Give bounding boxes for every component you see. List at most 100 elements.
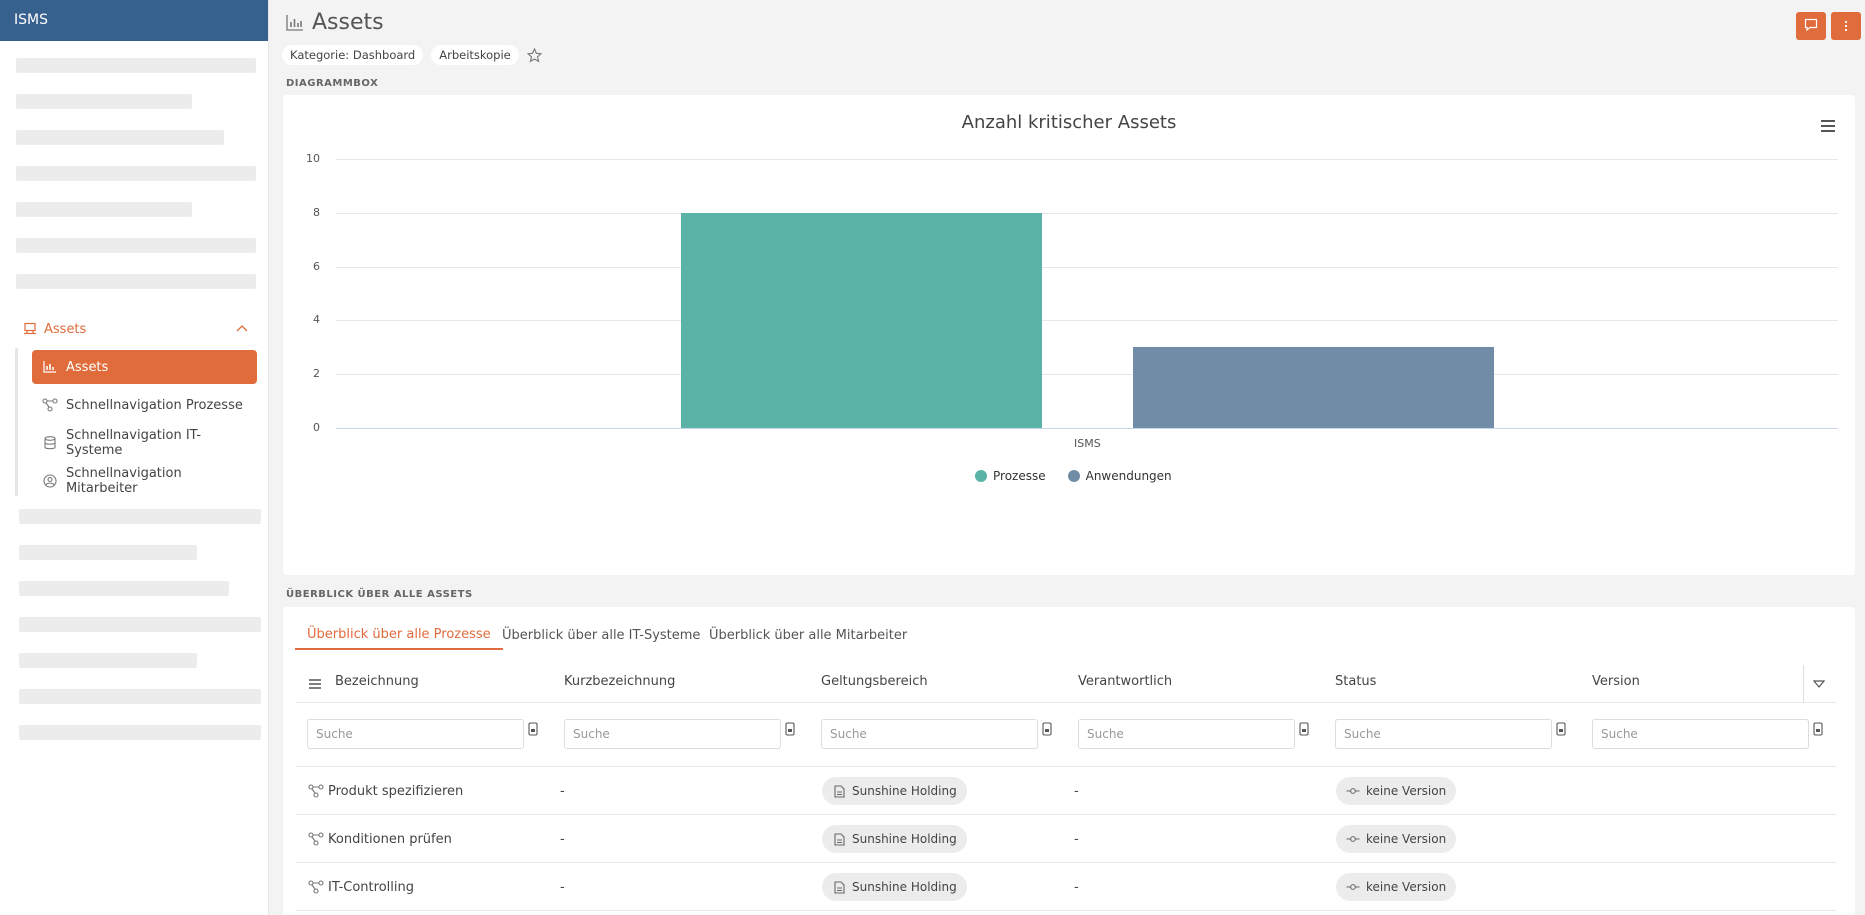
chart-legend: Prozesse Anwendungen [975,469,1194,483]
version-icon [1346,832,1360,846]
column-header-status[interactable]: Status [1335,674,1376,689]
tab-prozesse[interactable]: Überblick über alle Prozesse [295,620,503,650]
sidebar-group-label: Assets [44,321,87,337]
y-tick-label: 6 [313,259,320,273]
gridline [336,374,1838,376]
skeleton-placeholder [19,617,261,632]
row-name-text: Produkt spezifizieren [328,783,464,799]
column-header-bezeichnung[interactable]: Bezeichnung [335,674,419,689]
sidebar-item-assets[interactable]: Assets [32,350,257,384]
status-text: keine Version [1366,784,1447,798]
column-header-geltungsbereich[interactable]: Geltungsbereich [821,674,928,689]
skeleton-placeholder [19,689,261,704]
scope-text: Sunshine Holding [852,880,957,894]
legend-dot [1067,470,1080,482]
filter-lock-icon[interactable] [1812,721,1824,736]
app-title[interactable]: ISMS [0,0,268,41]
status-badge[interactable]: keine Version [1336,825,1457,853]
skeleton-placeholder [19,509,261,524]
filter-lock-icon[interactable] [1041,721,1053,736]
table-row-3-name[interactable]: IT-Controlling [308,877,414,897]
chevron-up-icon[interactable] [232,318,252,338]
skeleton-placeholder [19,653,197,668]
column-divider [1803,665,1804,702]
sidebar-item-it-systeme[interactable]: Schnellnavigation IT-Systeme [32,426,257,460]
chart-card [283,95,1855,575]
tab-mitarbeiter[interactable]: Überblick über alle Mitarbeiter [709,620,907,650]
table-row-2-name[interactable]: Konditionen prüfen [308,829,452,849]
search-input-version[interactable]: Suche [1592,719,1809,749]
skeleton-placeholder [16,94,192,109]
column-header-version[interactable]: Version [1592,674,1640,689]
process-icon [308,832,324,846]
bar-prozesse[interactable] [680,212,1042,428]
more-options-button[interactable] [1831,12,1861,40]
status-badge[interactable]: keine Version [1336,873,1457,901]
scope-text: Sunshine Holding [852,832,957,846]
gridline [336,159,1838,160]
row-name-text: IT-Controlling [328,879,414,895]
filter-lock-icon[interactable] [1298,721,1310,736]
filter-lock-icon[interactable] [784,721,796,736]
skeleton-placeholder [16,166,256,181]
column-header-kurzbezeichnung[interactable]: Kurzbezeichnung [564,674,675,689]
status-text: keine Version [1366,832,1447,846]
gridline [336,212,1838,214]
status-badge[interactable]: keine Version [1336,777,1457,805]
scope-badge[interactable]: Sunshine Holding [822,825,967,853]
chevron-down-icon[interactable] [1812,674,1826,688]
header-divider [296,702,1836,703]
column-menu-icon[interactable] [308,675,322,689]
legend-label: Prozesse [993,469,1046,483]
row-owner-cell: - [1074,783,1079,799]
x-tick-label: ISMS [1074,437,1101,450]
legend-item-anwendungen[interactable]: Anwendungen [1067,469,1172,483]
process-icon [308,880,324,894]
scope-badge[interactable]: Sunshine Holding [822,873,967,901]
row-short-cell: - [560,879,565,895]
tab-it-systeme[interactable]: Überblick über alle IT-Systeme [502,620,700,650]
sidebar: ISMS Assets Assets Schnellnavigation Pro… [0,0,269,915]
search-input-geltungsbereich[interactable]: Suche [821,719,1038,749]
menu-icon[interactable] [1820,118,1836,134]
sidebar-item-mitarbeiter[interactable]: Schnellnavigation Mitarbeiter [32,464,257,498]
gridline [336,320,1838,322]
row-owner-cell: - [1074,879,1079,895]
page-title-text: Assets [312,10,384,35]
chart-icon [285,13,305,33]
row-short-cell: - [560,831,565,847]
sidebar-item-prozesse[interactable]: Schnellnavigation Prozesse [32,388,257,422]
column-header-verantwortlich[interactable]: Verantwortlich [1078,674,1172,689]
skeleton-placeholder [16,274,256,289]
filter-lock-icon[interactable] [1555,721,1567,736]
search-input-verantwortlich[interactable]: Suche [1078,719,1295,749]
search-input-status[interactable]: Suche [1335,719,1552,749]
y-tick-label: 2 [313,367,320,381]
header-chips: Kategorie: Dashboard Arbeitskopie [282,45,543,65]
comment-button[interactable] [1796,12,1826,40]
database-icon [42,435,58,451]
category-chip[interactable]: Kategorie: Dashboard [282,45,424,65]
section-label-chart: DIAGRAMMBOX [286,78,379,89]
legend-item-prozesse[interactable]: Prozesse [975,469,1046,483]
star-icon[interactable] [527,47,543,63]
search-input-bezeichnung[interactable]: Suche [307,719,524,749]
sidebar-group-header[interactable]: Assets [23,316,86,342]
document-icon [832,784,846,798]
working-copy-chip[interactable]: Arbeitskopie [431,45,519,65]
row-short-cell: - [560,783,565,799]
scope-text: Sunshine Holding [852,784,957,798]
scope-badge[interactable]: Sunshine Holding [822,777,967,805]
process-icon [308,784,324,798]
filter-lock-icon[interactable] [527,721,539,736]
search-input-kurzbezeichnung[interactable]: Suche [564,719,781,749]
page-title: Assets [285,10,384,35]
process-icon [42,397,58,413]
row-divider [296,814,1836,815]
chart-title: Anzahl kritischer Assets [961,112,1177,133]
chart-icon [42,359,58,375]
sidebar-tree-line [15,348,18,496]
user-circle-icon [42,473,58,489]
bar-anwendungen[interactable] [1132,347,1494,428]
table-row-1-name[interactable]: Produkt spezifizieren [308,781,463,801]
